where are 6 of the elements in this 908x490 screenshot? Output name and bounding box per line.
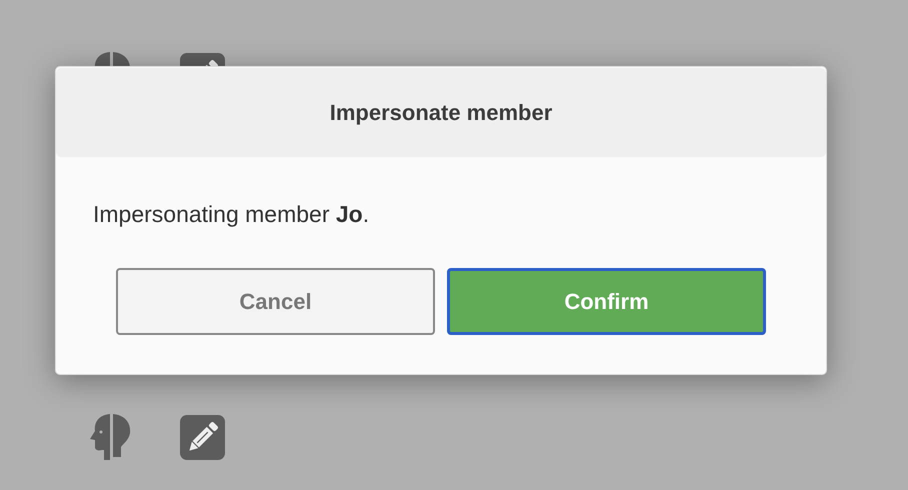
confirm-button[interactable]: Confirm: [447, 268, 766, 335]
edit-icon[interactable]: [180, 415, 225, 460]
head-icon[interactable]: [90, 414, 132, 460]
dialog-message: Impersonating member Jo.: [93, 201, 370, 228]
dialog-title: Impersonate member: [330, 100, 552, 126]
cancel-button[interactable]: Cancel: [116, 268, 435, 335]
